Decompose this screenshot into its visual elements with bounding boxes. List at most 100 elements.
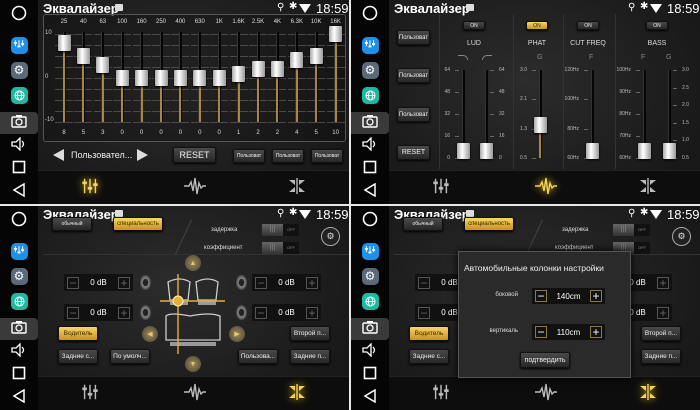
sidebar-volume[interactable] (351, 341, 389, 363)
increase-button[interactable]: + (657, 276, 669, 289)
sidebar-recent-apps[interactable] (351, 158, 389, 180)
band-slider-knob[interactable] (154, 70, 168, 86)
rear-left-button[interactable]: Задние с... (58, 349, 98, 364)
band-slider-knob[interactable] (96, 56, 110, 73)
move-down-button[interactable]: ▼ (185, 356, 201, 372)
decrease-button[interactable]: − (535, 290, 547, 302)
coefficient-toggle[interactable]: ||| OFF (262, 242, 299, 254)
driver-button[interactable]: Водитель (58, 326, 98, 341)
speaker-position-tab[interactable] (284, 177, 310, 199)
previous-preset-button[interactable] (53, 149, 64, 161)
band-slider-knob[interactable] (251, 61, 265, 78)
user-preset-button[interactable]: Пользоват (233, 149, 265, 163)
second-button[interactable]: Второй п... (641, 326, 681, 341)
mode-normal-button[interactable]: обычный (403, 217, 443, 231)
user-preset-button[interactable]: Пользоват (397, 68, 430, 83)
decrease-button[interactable]: − (535, 326, 547, 338)
sidebar-volume[interactable] (0, 341, 38, 363)
mode-special-button[interactable]: специальность (464, 217, 514, 231)
decrease-button[interactable]: − (418, 276, 430, 289)
user-button[interactable]: Пользова... (238, 349, 278, 364)
decrease-button[interactable]: − (255, 276, 267, 289)
sidebar-equalizer-app[interactable] (351, 34, 389, 56)
band-slider-knob[interactable] (290, 52, 304, 69)
increase-button[interactable]: + (118, 306, 130, 319)
band-slider-knob[interactable] (193, 70, 207, 86)
increase-button[interactable]: + (118, 276, 130, 289)
band-slider-knob[interactable] (57, 34, 71, 51)
band-slider-knob[interactable] (115, 70, 129, 86)
sidebar-home-circle[interactable] (0, 4, 38, 26)
sidebar-volume[interactable] (0, 135, 38, 157)
car-settings-button[interactable]: ⚙ (672, 227, 691, 246)
increase-button[interactable]: + (306, 276, 318, 289)
lud-left-slider-knob[interactable] (456, 143, 470, 159)
second-button[interactable]: Второй п... (290, 326, 330, 341)
mode-normal-button[interactable]: обычный (52, 217, 92, 231)
cut-freq-on-toggle[interactable]: ON (577, 21, 599, 30)
equalizer-tab[interactable] (77, 383, 103, 405)
sidebar-home-circle[interactable] (0, 210, 38, 232)
sound-effects-tab[interactable] (533, 177, 559, 199)
sidebar-equalizer-app[interactable] (351, 240, 389, 262)
increase-button[interactable]: + (590, 326, 602, 338)
sound-effects-tab[interactable] (182, 177, 208, 199)
band-slider-knob[interactable] (173, 70, 187, 86)
rear-right-button[interactable]: Задние п... (290, 349, 330, 364)
move-right-button[interactable]: ▶ (229, 326, 245, 342)
decrease-button[interactable]: − (418, 306, 430, 319)
band-slider-knob[interactable] (329, 26, 343, 42)
default-button[interactable]: По умолч... (110, 349, 150, 364)
sound-effects-tab[interactable] (533, 383, 559, 405)
sidebar-back[interactable] (351, 387, 389, 409)
user-preset-button[interactable]: Пользоват (397, 30, 430, 45)
phat-on-toggle[interactable]: ON (526, 21, 548, 30)
speaker-position-tab[interactable] (284, 383, 310, 405)
sidebar-browser-app[interactable] (351, 290, 389, 312)
sidebar-back[interactable] (351, 181, 389, 203)
sidebar-home-circle[interactable] (351, 210, 389, 232)
bass-on-toggle[interactable]: ON (646, 21, 668, 30)
band-slider-knob[interactable] (270, 61, 284, 78)
cut-frequency-slider-knob[interactable] (585, 143, 599, 159)
car-settings-button[interactable]: ⚙ (321, 227, 340, 246)
lud-on-toggle[interactable]: ON (463, 21, 485, 30)
equalizer-tab[interactable] (77, 177, 103, 199)
user-preset-button[interactable]: Пользоват (311, 149, 343, 163)
sidebar-recent-apps[interactable] (0, 158, 38, 180)
sidebar-settings-app[interactable]: ⚙ (351, 265, 389, 287)
sidebar-screenshot[interactable] (0, 318, 38, 340)
mode-special-button[interactable]: специальность (113, 217, 163, 231)
sound-effects-tab[interactable] (182, 383, 208, 405)
sidebar-browser-app[interactable] (351, 84, 389, 106)
driver-button[interactable]: Водитель (409, 326, 449, 341)
user-preset-button[interactable]: Пользоват (397, 107, 430, 122)
sidebar-back[interactable] (0, 387, 38, 409)
decrease-button[interactable]: − (67, 276, 79, 289)
sidebar-settings-app[interactable]: ⚙ (0, 59, 38, 81)
sidebar-recent-apps[interactable] (351, 364, 389, 386)
sidebar-recent-apps[interactable] (0, 364, 38, 386)
increase-button[interactable]: + (590, 290, 602, 302)
reset-button[interactable]: RESET (397, 145, 430, 160)
speaker-position-tab[interactable] (635, 177, 661, 199)
increase-button[interactable]: + (657, 306, 669, 319)
decrease-button[interactable]: − (255, 306, 267, 319)
sidebar-volume[interactable] (351, 135, 389, 157)
sidebar-back[interactable] (0, 181, 38, 203)
sidebar-browser-app[interactable] (0, 84, 38, 106)
rear-left-button[interactable]: Задние с... (409, 349, 449, 364)
sidebar-screenshot[interactable] (351, 112, 389, 134)
phat-gain-slider-knob[interactable] (533, 116, 547, 133)
delay-toggle[interactable]: ||| OFF (262, 224, 299, 236)
sidebar-home-circle[interactable] (351, 4, 389, 26)
bass-gain-slider-knob[interactable] (662, 143, 676, 159)
next-preset-button[interactable] (137, 149, 148, 161)
sidebar-equalizer-app[interactable] (0, 240, 38, 262)
sidebar-equalizer-app[interactable] (0, 34, 38, 56)
sidebar-settings-app[interactable]: ⚙ (0, 265, 38, 287)
band-slider-knob[interactable] (76, 48, 90, 64)
increase-button[interactable]: + (306, 306, 318, 319)
user-preset-button[interactable]: Пользоват (272, 149, 304, 163)
sidebar-browser-app[interactable] (0, 290, 38, 312)
